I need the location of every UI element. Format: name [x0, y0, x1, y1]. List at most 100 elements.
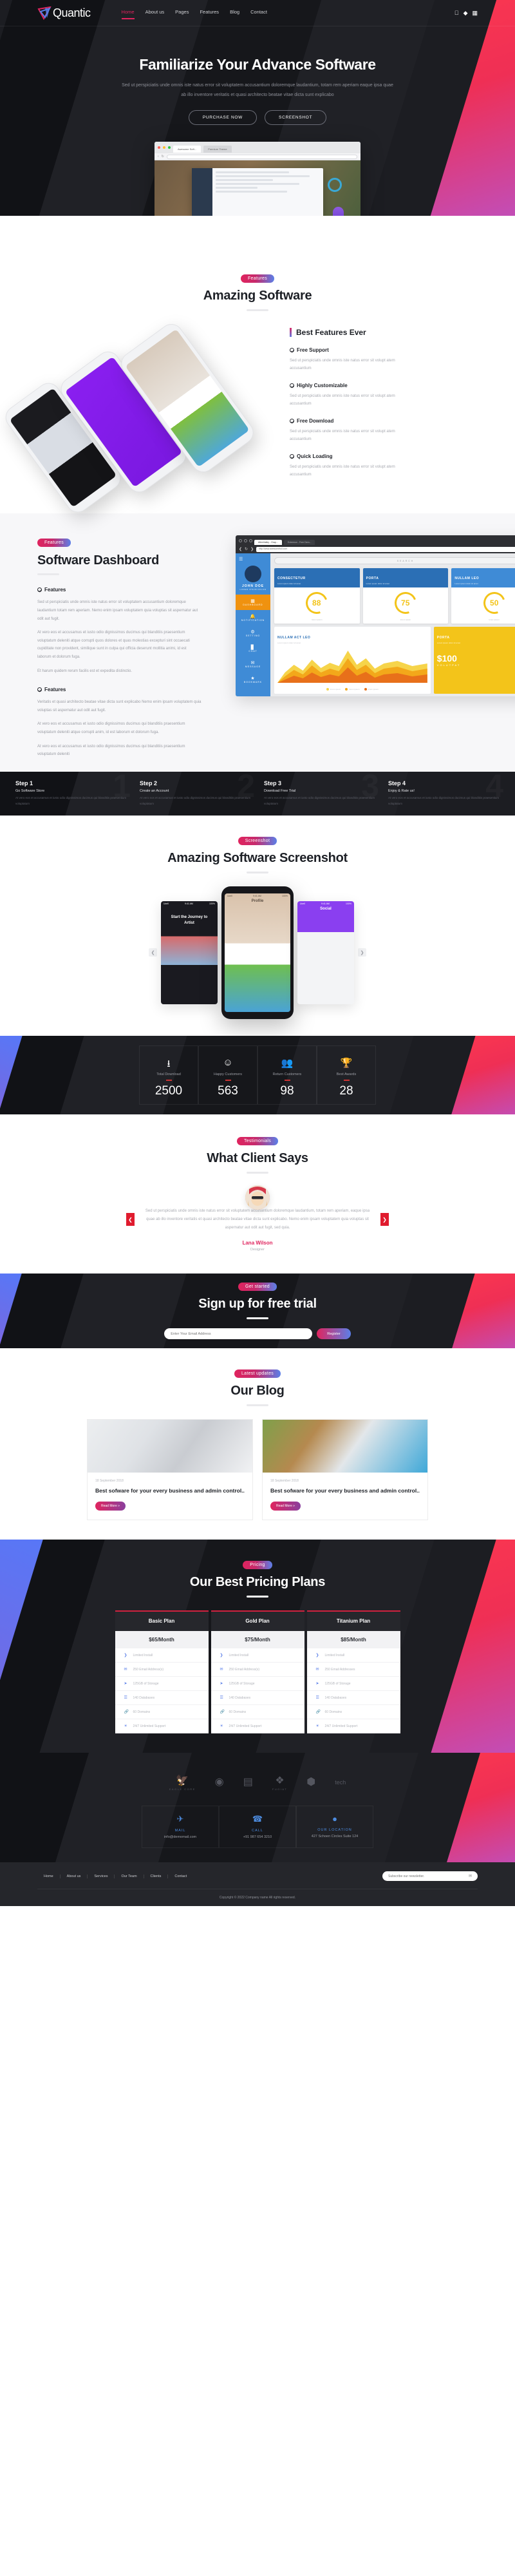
feature-item: Free Support Sed ut perspiciatis unde om… [290, 347, 489, 372]
reload-icon[interactable]: ↻ [162, 155, 164, 158]
sidebar-item-notification[interactable]: 🔔 NOTIFICATION [236, 610, 270, 625]
testimonials-section: Testimonials What Client Says ❮ Sed ut p… [0, 1114, 515, 1274]
linux-icon[interactable]: ◆ [464, 10, 468, 17]
client-name: FUGIAT [272, 1787, 288, 1791]
nav-item-home[interactable]: Home [121, 9, 135, 19]
contact-location[interactable]: ● OUR LOCATION 427 Schoen Circles Suite … [296, 1806, 373, 1848]
footer-link-clients[interactable]: Clients [144, 1874, 169, 1878]
plan-feature: ❯ Limited Install [115, 1648, 209, 1663]
dashboard-tab-inactive[interactable]: Extremon - Free Dem... [283, 540, 315, 546]
newsletter-input[interactable] [388, 1874, 469, 1878]
browser-titlebar: Awesome Soft... Premium Theme [154, 142, 360, 154]
dashboard-sidebar: ☰ JOHN DOE LOREM IPSUM DOLOR ▦ DASHBOARD … [236, 553, 270, 697]
plan-feature: ➤ 125GB of Storage [115, 1677, 209, 1691]
chevron-left-icon[interactable]: ❮ [149, 948, 157, 957]
back-icon[interactable]: ‹ [158, 155, 159, 158]
paper-plane-icon: ✈ [176, 1814, 184, 1824]
client-logo-s: ▤ [243, 1777, 253, 1789]
users-icon: 👥 [281, 1057, 294, 1069]
plan-price: $75/Month [211, 1631, 304, 1648]
sidebar-item-chat[interactable]: ▊ CHAT [236, 641, 270, 656]
hero-buttons: PURCHASE NOW SCREENSHOT [0, 110, 515, 126]
footer-link-services[interactable]: Services [88, 1874, 115, 1878]
database-icon: ☰ [124, 1696, 127, 1700]
screenshot-slide-center[interactable]: Ucell 9:41 AM 100% Profile [221, 886, 294, 1019]
blog-image [88, 1420, 252, 1473]
sidebar-item-bookmark[interactable]: ★ BOOKMARK [236, 672, 270, 687]
register-button[interactable]: Register [317, 1328, 351, 1340]
blog-card[interactable]: 18 September 2018 Best sofware for your … [262, 1419, 428, 1520]
screenshot-slide-right[interactable]: Ucell 9:41 AM 100% Social [297, 901, 354, 1004]
browser-tab-inactive[interactable]: Premium Theme [203, 146, 232, 153]
footer-link-contact[interactable]: Contact [168, 1875, 193, 1878]
plan-feature: ☰ 140 Databases [211, 1691, 304, 1705]
step-item: 2 Step 2 Create an Account At vero eos e… [133, 780, 258, 806]
screenshot-button[interactable]: SCREENSHOT [265, 110, 327, 126]
sidebar-item-message[interactable]: ✉ MESSAGE [236, 656, 270, 672]
read-more-button[interactable]: Read More » [95, 1502, 126, 1511]
purchase-now-button[interactable]: PURCHASE NOW [188, 110, 258, 126]
dashboard-urlbar: ❮ ↻ ❯ http://www.awesomefull.com [236, 545, 515, 553]
footer-link-team[interactable]: Our Team [115, 1874, 144, 1878]
read-more-button[interactable]: Read More » [270, 1502, 301, 1511]
dashboard-title: Software Dashboard [37, 553, 160, 568]
plan-feature: ❯ Limited Install [211, 1648, 304, 1663]
nav-item-about[interactable]: About us [145, 9, 165, 17]
reload-icon[interactable]: ↻ [245, 547, 248, 551]
tech-icon: tech [335, 1779, 346, 1786]
counter-label: Best Awards [336, 1072, 357, 1076]
testimonial-prev-button[interactable]: ❮ [126, 1213, 135, 1226]
nav-item-features[interactable]: Features [200, 9, 219, 17]
dashboard-url-field[interactable]: http://www.awesomefull.com [256, 546, 515, 552]
contact-info: ✈ MAIL info@demomail.com ☎ CALL +91 987 … [0, 1799, 515, 1862]
rocket-icon: ➤ [315, 1682, 319, 1686]
nav-item-blog[interactable]: Blog [230, 9, 239, 17]
blog-section: Latest updates Our Blog 18 September 201… [0, 1348, 515, 1540]
forward-icon[interactable]: ❯ [250, 547, 254, 551]
chevron-right-icon[interactable]: ❯ [358, 948, 366, 957]
testimonial-next-button[interactable]: ❯ [380, 1213, 389, 1226]
contact-call[interactable]: ☎ CALL +91 987 654 3210 [219, 1806, 296, 1848]
dashboard-tab-active[interactable]: AllenValley - Grap... [254, 540, 282, 546]
nav-item-pages[interactable]: Pages [175, 9, 189, 17]
screenshot-slide-left[interactable]: Ucell 9:41 AM 100% Start the Journey to … [161, 901, 218, 1004]
blog-date: 18 September 2018 [95, 1479, 124, 1484]
send-icon[interactable]: ✉ [469, 1874, 472, 1878]
email-input[interactable] [164, 1328, 313, 1340]
dashboard-search-input[interactable]: SEARCH [274, 557, 515, 565]
browser-urlbar: ‹ ↻ [154, 153, 360, 161]
hamburger-icon[interactable]: ☰ [236, 557, 270, 562]
apple-icon[interactable]:  [454, 10, 459, 16]
blog-card[interactable]: 18 September 2018 Best sofware for your … [87, 1419, 253, 1520]
step-subtitle: Download Free Trial [264, 789, 296, 794]
hero-browser-mockup: Awesome Soft... Premium Theme ‹ ↻ [154, 142, 360, 216]
dashboard-stat-cards: CONSECTETUR Lorem ipsum dolor sit amet 88… [274, 568, 515, 624]
sidebar-item-setting[interactable]: ⚙ SETTING [236, 625, 270, 641]
feature-text: Sed ut perspiciatis unde omnis iste natu… [290, 430, 395, 442]
contact-mail[interactable]: ✈ MAIL info@demomail.com [142, 1806, 219, 1848]
browser-tab-active[interactable]: Awesome Soft... [173, 146, 201, 153]
plan-feature: 🔗 60 Domains [306, 1705, 400, 1719]
client-logo-fugiat: ❖ FUGIAT [272, 1775, 288, 1791]
hero-section: Quantic Home About us Pages Features Blo… [0, 0, 515, 216]
plan-name: Titanium Plan [336, 1618, 371, 1624]
step-title: Step 1 [15, 780, 33, 787]
footer-link-home[interactable]: Home [37, 1874, 61, 1878]
plan-feature: ☰ 140 Databases [306, 1691, 400, 1705]
url-field[interactable] [166, 154, 357, 159]
back-icon[interactable]: ❮ [239, 547, 242, 551]
rocket-icon: ➤ [220, 1682, 223, 1686]
check-icon [290, 348, 294, 353]
step-title: Step 4 [388, 780, 406, 787]
sidebar-item-dashboard[interactable]: ▦ DASHBOARD [236, 595, 270, 611]
step-number-bg: 4 [485, 772, 503, 802]
contact-label: OUR LOCATION [317, 1828, 352, 1832]
footer-link-about[interactable]: About us [61, 1874, 88, 1878]
windows-icon[interactable]: ▦ [472, 10, 478, 17]
signup-section: Get started Sign up for free trial Regis… [0, 1274, 515, 1349]
nav-item-contact[interactable]: Contact [250, 9, 267, 17]
signup-form: Register [164, 1328, 351, 1340]
plan-feature: 🔗 60 Domains [115, 1705, 209, 1719]
brand-logo[interactable]: Quantic [37, 6, 91, 20]
plan-feature: 🔗 60 Domains [211, 1705, 304, 1719]
